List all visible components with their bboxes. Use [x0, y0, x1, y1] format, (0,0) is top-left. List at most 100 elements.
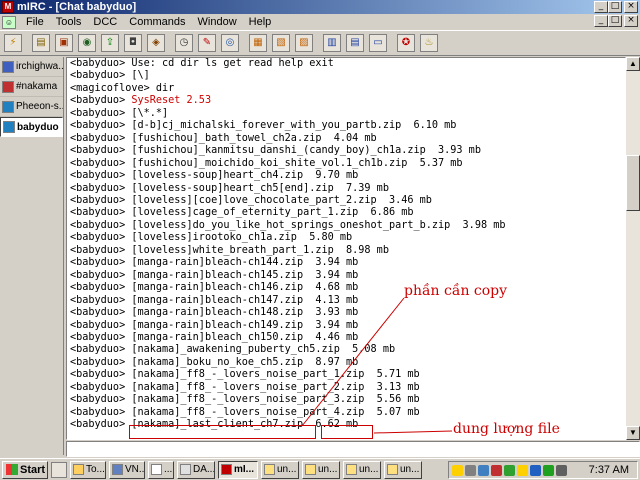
start-button[interactable]: Start [2, 460, 48, 479]
address-book-icon[interactable]: ◉ [78, 34, 96, 52]
task-button[interactable]: VN... [109, 460, 145, 479]
scroll-down-button[interactable]: ▼ [626, 426, 640, 440]
language-icon[interactable] [452, 464, 463, 476]
mdi-close-button[interactable]: × [624, 15, 638, 27]
mdi-restore-button[interactable]: □ [608, 15, 622, 27]
dcc-chat-icon[interactable]: ◘ [124, 34, 142, 52]
switchbar-item-chat[interactable]: babyduo [0, 117, 63, 137]
menu-window[interactable]: Window [192, 16, 243, 28]
chat-line: <babyduo> [nakama]_ff8_-_lovers_noise_pa… [70, 382, 505, 394]
popups-icon[interactable]: ▧ [272, 34, 290, 52]
file-size-highlight-box [321, 425, 373, 439]
chat-message: [nakama]_ff8_-_lovers_noise_part_2.zip 3… [131, 381, 420, 393]
task-label: To... [86, 464, 105, 475]
switchbar-item-query[interactable]: Pheeon-s... [0, 97, 63, 117]
remote-icon[interactable]: ▨ [295, 34, 313, 52]
scripts-editor-icon[interactable]: ▦ [249, 34, 267, 52]
query-icon [2, 100, 14, 113]
network-icon[interactable] [478, 464, 489, 476]
connect-icon[interactable]: ⚡ [4, 34, 22, 52]
chat-scrollbar[interactable]: ▲ ▼ [626, 57, 640, 440]
chat-nick: <babyduo> [70, 244, 126, 256]
antivirus-icon[interactable] [491, 464, 502, 476]
help-icon[interactable]: ✪ [397, 34, 415, 52]
chat-line: <babyduo> [loveless-soup]heart_ch4.zip 9… [70, 170, 505, 182]
chat-line: <babyduo> [manga-rain]bleach-ch145.zip 3… [70, 270, 505, 282]
chat-message: [loveless]white_breath_part_1.zip 8.98 m… [131, 244, 389, 256]
menu-help[interactable]: Help [243, 16, 278, 28]
channels-icon[interactable]: ▣ [55, 34, 73, 52]
colors-icon[interactable]: ✎ [198, 34, 216, 52]
minimize-button[interactable]: _ [594, 1, 608, 13]
mdi-minimize-button[interactable]: _ [594, 15, 608, 27]
timer-icon[interactable]: ◷ [175, 34, 193, 52]
file-name-highlight-box [129, 425, 316, 439]
mirc-app-icon[interactable]: M [2, 1, 14, 13]
notify-icon[interactable]: ◈ [147, 34, 165, 52]
quicklaunch-icon[interactable] [51, 461, 67, 478]
chat-nick: <babyduo> [70, 132, 126, 144]
smiley-icon[interactable] [517, 464, 528, 476]
task-icon [151, 464, 162, 475]
taskbar: Start To... VN... ... DA... mI... un... … [0, 458, 640, 480]
chat-window-icon[interactable]: ☺ [2, 15, 16, 29]
maximize-button[interactable]: □ [608, 1, 622, 13]
task-label: DA... [193, 464, 215, 475]
speaker-icon[interactable] [556, 464, 567, 476]
dcc-send-icon[interactable]: ⇪ [101, 34, 119, 52]
task-button[interactable]: un... [261, 460, 299, 479]
chat-output[interactable]: <babyduo> Use: cd dir ls get read help e… [66, 57, 626, 440]
chat-message: [loveless][coe]love_chocolate_part_2.zip… [131, 194, 432, 206]
switchbar-item-label: #nakama [16, 81, 58, 92]
task-label: ... [164, 464, 173, 475]
tile-icon[interactable]: ▥ [323, 34, 341, 52]
task-button[interactable]: un... [343, 460, 381, 479]
task-button[interactable]: To... [70, 460, 106, 479]
size-annotation-label: dung lượng file [453, 421, 560, 437]
chat-message: [nakama]_boku_no_koe_ch5.zip 8.97 mb [131, 356, 359, 368]
task-label: VN... [125, 464, 145, 475]
menu-dcc[interactable]: DCC [87, 16, 123, 28]
switchbar-item-server[interactable]: irchighwa... [0, 57, 63, 77]
chat-nick: <babyduo> [70, 331, 126, 343]
menu-tools[interactable]: Tools [50, 16, 88, 28]
chat-nick: <babyduo> [70, 419, 126, 431]
close-button[interactable]: × [624, 1, 638, 13]
chat-line: <babyduo> [nakama]_ff8_-_lovers_noise_pa… [70, 369, 505, 381]
chat-line: <babyduo> SysReset 2.53 [70, 95, 505, 107]
task-label: un... [318, 464, 338, 475]
arrange-icon[interactable]: ▭ [369, 34, 387, 52]
volume-icon[interactable] [465, 464, 476, 476]
url-icon[interactable]: ◎ [221, 34, 239, 52]
clock[interactable]: 7:37 AM [589, 464, 629, 476]
channel-icon [2, 80, 14, 93]
chat-input[interactable] [66, 441, 640, 457]
task-button[interactable]: ... [148, 460, 174, 479]
chat-message: [manga-rain]bleach-ch145.zip 3.94 mb [131, 269, 359, 281]
task-button[interactable]: un... [384, 460, 422, 479]
chat-lines: <babyduo> Use: cd dir ls get read help e… [70, 58, 505, 432]
scroll-up-button[interactable]: ▲ [626, 57, 640, 71]
switchbar-item-channel[interactable]: #nakama [0, 77, 63, 97]
menu-file[interactable]: File [20, 16, 50, 28]
about-icon[interactable]: ♨ [420, 34, 438, 52]
task-button[interactable]: un... [302, 460, 340, 479]
mdi-buttons: _ □ × [594, 15, 638, 27]
chat-line: <babyduo> [nakama]_ff8_-_lovers_noise_pa… [70, 394, 505, 406]
task-button-mirc[interactable]: mI... [218, 460, 258, 479]
task-button[interactable]: DA... [177, 460, 215, 479]
chat-message: [manga-rain]bleach-ch144.zip 3.94 mb [131, 257, 359, 269]
scroll-thumb[interactable] [626, 155, 640, 211]
chat-message: [\*.*] [131, 107, 169, 119]
chat-message: [loveless]do_you_like_hot_springs_onesho… [131, 219, 506, 231]
chat-nick: <babyduo> [70, 282, 126, 294]
menu-commands[interactable]: Commands [123, 16, 191, 28]
chat-line: <babyduo> [loveless]white_breath_part_1.… [70, 245, 505, 257]
chat-message: [nakama]_ff8_-_lovers_noise_part_1.zip 5… [131, 369, 420, 381]
chat-message: [d-b]cj_michalski_forever_with_you_partb… [131, 120, 457, 132]
messenger-icon[interactable] [504, 464, 515, 476]
play-icon[interactable] [543, 464, 554, 476]
cascade-icon[interactable]: ▤ [346, 34, 364, 52]
options-icon[interactable]: ▤ [32, 34, 50, 52]
media-icon[interactable] [530, 464, 541, 476]
